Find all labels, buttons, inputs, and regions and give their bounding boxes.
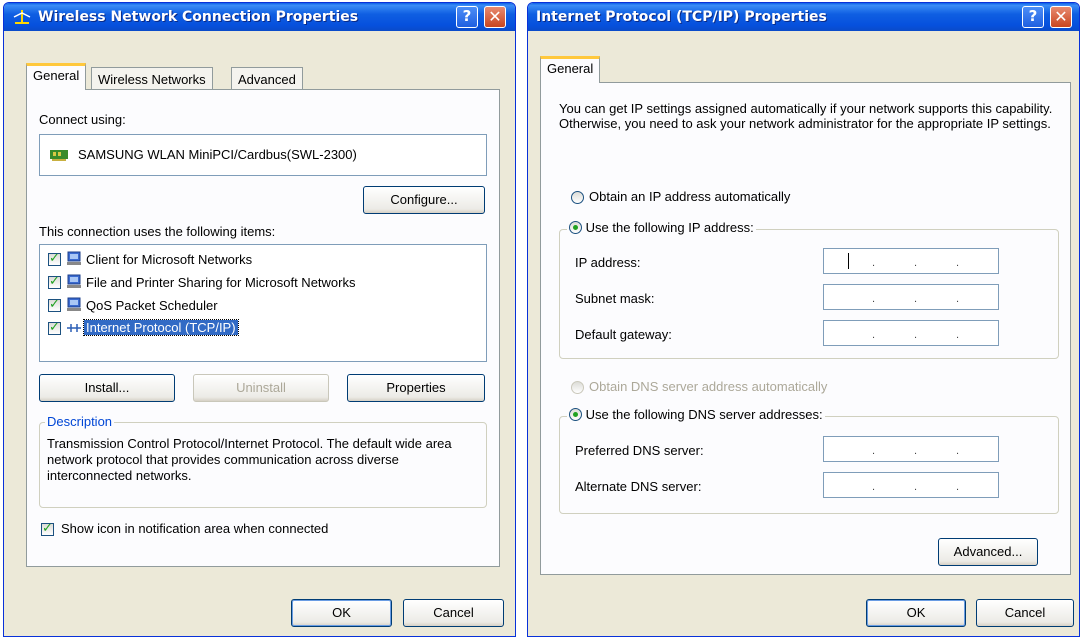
description-text: Transmission Control Protocol/Internet P… — [47, 436, 452, 483]
title-bar[interactable]: Internet Protocol (TCP/IP) Properties ? … — [528, 3, 1079, 31]
tab-advanced[interactable]: Advanced — [231, 67, 303, 90]
obtain-ip-label: Obtain an IP address automatically — [589, 189, 791, 204]
cancel-button[interactable]: Cancel — [976, 599, 1074, 627]
qos-scheduler-icon — [67, 297, 81, 311]
window-title: Internet Protocol (TCP/IP) Properties — [536, 9, 827, 25]
list-item[interactable]: ✓ QoS Packet Scheduler — [40, 295, 486, 317]
use-dns-legend: Use the following DNS server addresses: — [567, 407, 825, 422]
item-label: QoS Packet Scheduler — [86, 298, 218, 313]
advanced-button[interactable]: Advanced... — [938, 538, 1038, 566]
list-item[interactable]: ✓ File and Printer Sharing for Microsoft… — [40, 272, 486, 294]
uninstall-button[interactable]: Uninstall — [193, 374, 329, 402]
general-panel: Connect using: SAMSUNG WLAN MiniPCI/Card… — [26, 89, 500, 567]
dns-group — [559, 416, 1059, 514]
ok-button[interactable]: OK — [291, 599, 392, 627]
show-icon-label: Show icon in notification area when conn… — [61, 521, 329, 536]
cancel-button[interactable]: Cancel — [403, 599, 504, 627]
ip-address-label: IP address: — [575, 255, 641, 270]
alternate-dns-input[interactable]: . . . — [823, 472, 999, 498]
tab-wireless-networks[interactable]: Wireless Networks — [91, 67, 213, 90]
ok-button[interactable]: OK — [866, 599, 966, 627]
text-cursor — [848, 253, 849, 269]
item-checkbox[interactable]: ✓ — [48, 296, 61, 312]
subnet-label: Subnet mask: — [575, 291, 655, 306]
show-icon-checkbox[interactable]: ✓ — [41, 520, 54, 536]
description-title: Description — [45, 414, 115, 429]
install-button[interactable]: Install... — [39, 374, 175, 402]
connect-using-label: Connect using: — [39, 112, 126, 127]
item-checkbox[interactable]: ✓ — [48, 250, 61, 266]
file-sharing-icon — [67, 274, 81, 288]
tab-general[interactable]: General — [540, 56, 601, 83]
adapter-name: SAMSUNG WLAN MiniPCI/Cardbus(SWL-2300) — [78, 147, 357, 162]
use-dns-radio[interactable] — [569, 408, 582, 421]
general-panel: You can get IP settings assigned automat… — [540, 82, 1071, 575]
subnet-mask-input[interactable]: . . . — [823, 284, 999, 310]
ip-address-input[interactable]: . . . — [823, 248, 999, 274]
intro-text: You can get IP settings assigned automat… — [559, 101, 1053, 131]
use-ip-radio[interactable] — [569, 221, 582, 234]
items-label: This connection uses the following items… — [39, 224, 276, 239]
list-item-selected[interactable]: ✓ Internet Protocol (TCP/IP) — [40, 318, 486, 340]
item-label: Internet Protocol (TCP/IP) — [83, 319, 239, 336]
item-label: Client for Microsoft Networks — [86, 252, 253, 267]
close-button[interactable]: ✕ — [484, 6, 506, 28]
wireless-properties-window: Wireless Network Connection Properties ?… — [3, 2, 516, 637]
preferred-dns-input[interactable]: . . . — [823, 436, 999, 462]
use-ip-legend: Use the following IP address: — [567, 220, 756, 235]
wireless-network-icon — [13, 10, 31, 24]
close-button[interactable]: ✕ — [1050, 6, 1072, 28]
item-checkbox[interactable]: ✓ — [48, 273, 61, 289]
tab-general[interactable]: General — [26, 63, 87, 90]
help-button[interactable]: ? — [1022, 6, 1044, 28]
obtain-dns-radio[interactable] — [571, 381, 584, 394]
properties-button[interactable]: Properties — [347, 374, 485, 402]
list-item[interactable]: ✓ Client for Microsoft Networks — [40, 249, 486, 271]
configure-button[interactable]: Configure... — [363, 186, 485, 214]
help-button[interactable]: ? — [456, 6, 478, 28]
item-label: File and Printer Sharing for Microsoft N… — [86, 275, 356, 290]
use-ip-label: Use the following IP address: — [585, 220, 754, 235]
adapter-box: SAMSUNG WLAN MiniPCI/Cardbus(SWL-2300) — [39, 134, 487, 176]
network-client-icon — [67, 251, 81, 265]
alternate-dns-label: Alternate DNS server: — [575, 479, 702, 494]
obtain-dns-label: Obtain DNS server address automatically — [589, 379, 828, 394]
obtain-ip-radio[interactable] — [571, 191, 584, 204]
window-title: Wireless Network Connection Properties — [38, 9, 359, 25]
preferred-dns-label: Preferred DNS server: — [575, 443, 704, 458]
use-dns-label: Use the following DNS server addresses: — [585, 407, 823, 422]
title-bar[interactable]: Wireless Network Connection Properties ?… — [4, 3, 515, 31]
gateway-label: Default gateway: — [575, 327, 672, 342]
protocol-icon — [67, 324, 81, 332]
default-gateway-input[interactable]: . . . — [823, 320, 999, 346]
item-checkbox[interactable]: ✓ — [48, 319, 61, 335]
tcpip-properties-window: Internet Protocol (TCP/IP) Properties ? … — [527, 2, 1080, 637]
components-list[interactable]: ✓ Client for Microsoft Networks ✓ File a… — [39, 244, 487, 362]
network-card-icon — [50, 150, 68, 161]
